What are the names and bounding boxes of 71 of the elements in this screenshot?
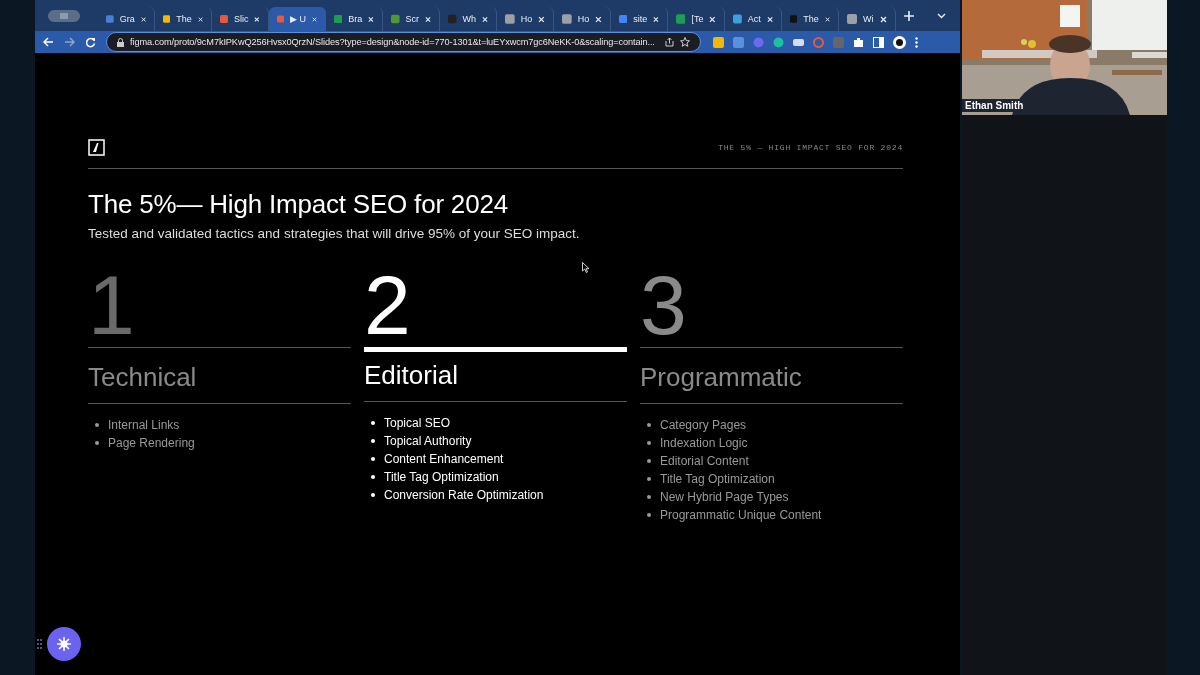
share-icon[interactable] <box>665 37 674 47</box>
bullet-item: Topical Authority <box>384 433 472 450</box>
bullet-icon <box>647 513 651 517</box>
column-title: Editorial <box>364 354 627 402</box>
bullet-item: Editorial Content <box>660 453 749 470</box>
close-icon[interactable] <box>140 15 146 23</box>
close-icon[interactable] <box>538 15 545 23</box>
bullet-item: Internal Links <box>108 417 180 434</box>
bullet-item: Title Tag Optimization <box>660 471 775 488</box>
close-icon[interactable] <box>709 15 716 23</box>
bullet-icon <box>647 459 651 463</box>
close-icon[interactable] <box>254 15 260 23</box>
slide-title: The 5%— High Impact SEO for 2024 <box>88 189 509 220</box>
bullet-item: Conversion Rate Optimization <box>384 487 544 504</box>
close-icon[interactable] <box>482 15 488 23</box>
bullet-icon <box>371 493 375 497</box>
bullet-item: Indexation Logic <box>660 435 748 452</box>
bullet-icon <box>371 457 375 461</box>
bullet-icon <box>647 423 651 427</box>
extension-icon[interactable] <box>773 36 784 48</box>
close-icon[interactable] <box>824 15 830 23</box>
floating-action-button[interactable] <box>47 627 81 661</box>
close-icon[interactable] <box>766 15 773 23</box>
new-tab-icon[interactable] <box>904 10 914 21</box>
bullet-icon <box>647 477 651 481</box>
lock-icon <box>117 37 124 47</box>
close-icon[interactable] <box>368 15 374 23</box>
bullet-item: Content Enhancement <box>384 451 504 468</box>
close-icon[interactable] <box>425 15 431 23</box>
close-icon[interactable] <box>880 15 887 23</box>
close-icon[interactable] <box>595 15 602 23</box>
chevron-down-icon[interactable] <box>937 12 946 19</box>
forward-icon[interactable] <box>64 37 75 47</box>
bullet-icon <box>647 495 651 499</box>
bullet-item: Programmatic Unique Content <box>660 507 822 524</box>
bullet-icon <box>647 441 651 445</box>
slide-header: THE 5% — HIGH IMPACT SEO FOR 2024 <box>718 143 903 152</box>
address-field[interactable]: figma.com/proto/9cM7kIPKwQ256Hvsx0QrzN/Slides?type=design&node-id=770-1301&t=luEYxwcm7gc6NeKK-0&scaling=contain... <box>106 32 701 52</box>
profile-avatar[interactable] <box>893 35 906 49</box>
bullet-icon <box>371 439 375 443</box>
column-title: Technical <box>88 354 351 404</box>
logo-icon <box>88 139 105 156</box>
sidebar-icon[interactable] <box>873 36 884 48</box>
extension-icon[interactable] <box>793 36 804 48</box>
bullet-icon <box>371 421 375 425</box>
bullet-icon <box>371 475 375 479</box>
puzzle-icon[interactable] <box>853 36 864 48</box>
back-icon[interactable] <box>43 37 54 47</box>
bullet-item: Page Rendering <box>108 435 195 452</box>
reload-icon[interactable] <box>85 36 96 48</box>
bullet-item: Title Tag Optimization <box>384 469 499 486</box>
bullet-icon <box>95 423 99 427</box>
mouse-cursor-icon <box>582 262 590 273</box>
star-icon[interactable] <box>680 37 690 47</box>
column-number: 1 <box>88 263 135 347</box>
bullet-item: Category Pages <box>660 417 747 434</box>
menu-icon[interactable] <box>915 36 918 48</box>
close-icon[interactable] <box>197 15 203 23</box>
column-number: 3 <box>640 263 687 347</box>
drag-handle-icon[interactable] <box>37 639 42 649</box>
browser-tab[interactable]: ▶ U <box>269 7 326 31</box>
tab-group-icon[interactable] <box>48 9 80 22</box>
bullet-icon <box>95 441 99 445</box>
bullet-item: New Hybrid Page Types <box>660 489 789 506</box>
close-icon[interactable] <box>653 15 659 23</box>
column-number: 2 <box>364 263 411 347</box>
column-title: Programmatic <box>640 354 903 404</box>
close-icon[interactable] <box>312 15 317 23</box>
bullet-item: Topical SEO <box>384 415 451 432</box>
extension-icon[interactable] <box>713 36 724 48</box>
slide-subtitle: Tested and validated tactics and strategies that will drive 95% of your SEO impact. <box>88 226 581 241</box>
